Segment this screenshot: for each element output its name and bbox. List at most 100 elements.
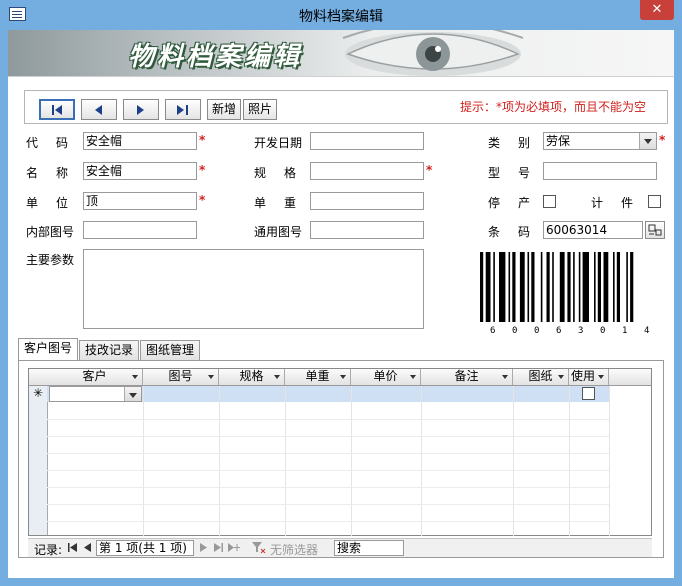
main-params-textarea[interactable] [83, 249, 424, 329]
record-label: 记录: [34, 543, 63, 557]
tab-drawing-management[interactable]: 图纸管理 [140, 340, 200, 360]
sort-arrow-icon[interactable] [410, 375, 416, 379]
column-divider [285, 386, 286, 536]
main-params-label: 主要参数 [26, 253, 75, 267]
form-client-area: 物料档案编辑 新增 照片 提示：*项为必填项，而且不能为空 代码 安全帽 * 名… [8, 30, 674, 578]
barcode-bar [519, 252, 525, 322]
required-mark: * [426, 163, 433, 177]
next-record-button[interactable] [123, 99, 159, 120]
barcode-icon [648, 224, 662, 236]
unit-field[interactable]: 顶 [83, 192, 197, 210]
eye-image [342, 30, 524, 76]
close-button[interactable]: ✕ [640, 0, 674, 20]
column-header-drawing[interactable]: 图纸 [513, 369, 569, 385]
required-hint: 提示：*项为必填项，而且不能为空 [460, 100, 647, 114]
current-record-box[interactable]: 第 1 项(共 1 项) [96, 540, 194, 556]
last-record-icon[interactable] [214, 543, 223, 552]
barcode-bar [480, 252, 484, 322]
barcode-digit: 6 [490, 326, 495, 336]
column-header-customer[interactable]: 客户 [47, 369, 143, 385]
sort-arrow-icon[interactable] [132, 375, 138, 379]
new-button[interactable]: 新增 [207, 99, 241, 120]
column-divider [569, 386, 570, 536]
photo-button[interactable]: 照片 [243, 99, 277, 120]
sort-arrow-icon[interactable] [502, 375, 508, 379]
category-select[interactable]: 劳保 [543, 132, 657, 150]
next-record-icon[interactable] [200, 543, 209, 552]
spec-field[interactable] [310, 162, 424, 180]
barcode-bar [527, 252, 530, 322]
row-line [47, 436, 609, 437]
barcode-bar [540, 252, 543, 322]
sort-arrow-icon[interactable] [274, 375, 280, 379]
model-field[interactable] [543, 162, 657, 180]
inner-drawing-no-field[interactable] [83, 221, 197, 239]
previous-record-button[interactable] [81, 99, 117, 120]
barcode-bar [559, 252, 565, 322]
discontinued-checkbox[interactable] [543, 195, 556, 208]
barcode-bar [597, 252, 601, 322]
column-header-drawing-no[interactable]: 图号 [143, 369, 219, 385]
row-line [47, 487, 609, 488]
generate-barcode-button[interactable] [645, 221, 665, 239]
no-filter-label[interactable]: 无筛选器 [270, 541, 318, 558]
barcode-bar [493, 252, 495, 322]
required-mark: * [199, 193, 206, 207]
last-record-button[interactable] [165, 99, 201, 120]
spec-label: 规格 [254, 166, 315, 180]
barcode-bar [603, 252, 609, 322]
window-title: 物料档案编辑 [299, 9, 383, 25]
row-line [47, 453, 609, 454]
search-input[interactable]: 搜索 [334, 540, 404, 556]
piecework-checkbox[interactable] [648, 195, 661, 208]
title-bar[interactable]: 物料档案编辑 ✕ [0, 0, 682, 30]
barcode-digit: 0 [534, 326, 539, 336]
barcode-bar [573, 252, 575, 322]
filter-icon[interactable] [252, 542, 266, 554]
common-drawing-no-field[interactable] [310, 221, 424, 239]
barcode-bar [512, 252, 516, 322]
barcode-bar [508, 252, 511, 322]
sort-arrow-icon[interactable] [208, 375, 214, 379]
tab-tech-change[interactable]: 技改记录 [79, 340, 139, 360]
name-label: 名称 [26, 166, 87, 180]
column-header-unit-weight[interactable]: 单重 [285, 369, 351, 385]
barcode-bar [499, 252, 506, 322]
first-record-icon [52, 104, 62, 115]
chevron-down-icon[interactable] [639, 133, 656, 149]
required-mark: * [659, 133, 666, 147]
required-mark: * [199, 163, 206, 177]
barcode-digit: 3 [578, 326, 583, 336]
column-header-remarks[interactable]: 备注 [421, 369, 513, 385]
name-field[interactable]: 安全帽 [83, 162, 197, 180]
code-field[interactable]: 安全帽 [83, 132, 197, 150]
grid-header: 客户 图号 规格 单重 单价 备注 图纸 使用 [29, 369, 651, 386]
row-line [47, 419, 609, 420]
chevron-down-icon[interactable] [124, 387, 141, 401]
tab-customer-drawing[interactable]: 客户图号 [18, 338, 78, 360]
record-navigation-bar: 记录: 第 1 项(共 1 项) 无筛选器 搜索 [28, 538, 652, 557]
barcode-bar [578, 252, 581, 322]
discontinued-label: 停产 [488, 196, 549, 210]
in-use-checkbox[interactable] [582, 387, 595, 400]
first-record-button[interactable] [39, 99, 75, 120]
sort-arrow-icon[interactable] [340, 375, 346, 379]
sort-arrow-icon[interactable] [598, 375, 604, 379]
new-record-icon[interactable] [228, 543, 240, 552]
column-header-in-use[interactable]: 使用 [569, 369, 609, 385]
window: 物料档案编辑 ✕ 物料档案编辑 新增 照片 提示：*项为必填项，而且不能为空 代… [0, 0, 682, 586]
piecework-label: 计件 [591, 196, 652, 210]
column-header-spec[interactable]: 规格 [219, 369, 285, 385]
unit-weight-field[interactable] [310, 192, 424, 210]
sort-arrow-icon[interactable] [558, 375, 564, 379]
barcode-bar [613, 252, 615, 322]
customer-combo[interactable] [49, 386, 142, 402]
divider [8, 76, 674, 77]
barcode-field[interactable]: 60063014 [543, 221, 643, 239]
previous-record-icon[interactable] [84, 543, 93, 552]
first-record-icon[interactable] [68, 543, 77, 552]
barcode-digit: 0 [512, 326, 517, 336]
inner-drawing-no-label: 内部图号 [26, 225, 75, 239]
column-header-unit-price[interactable]: 单价 [351, 369, 421, 385]
dev-date-field[interactable] [310, 132, 424, 150]
